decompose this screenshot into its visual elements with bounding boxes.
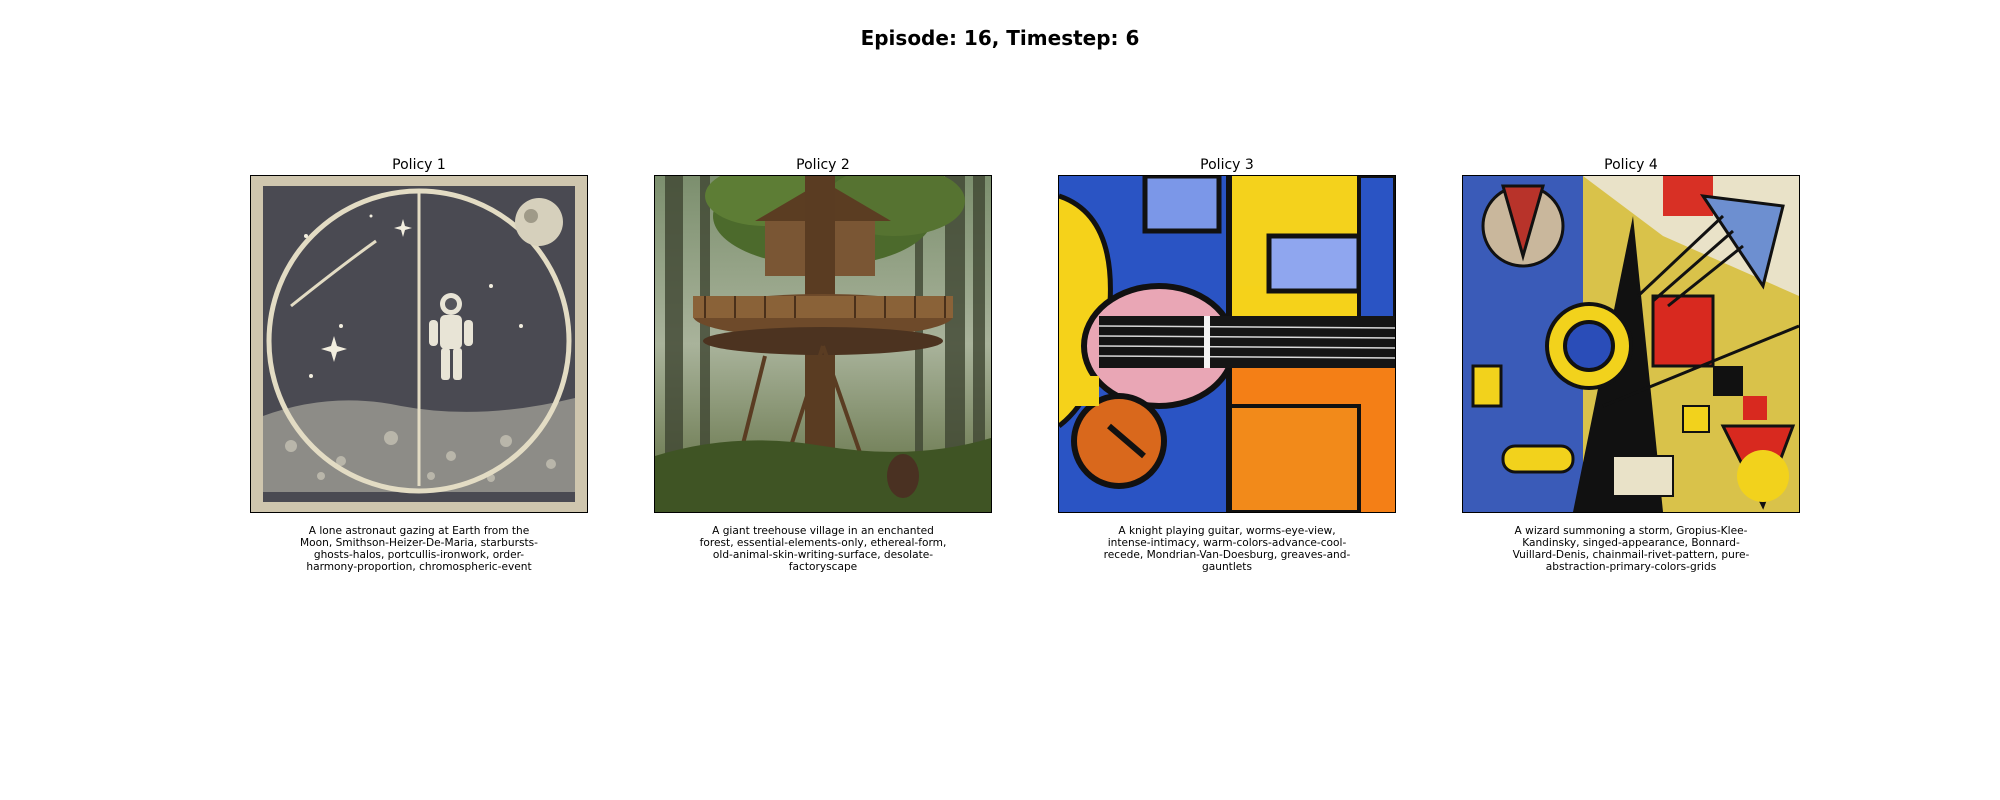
panel-caption: A giant treehouse village in an enchante… (699, 525, 947, 573)
panel-caption: A lone astronaut gazing at Earth from th… (300, 525, 538, 573)
generated-image-treehouse (654, 175, 992, 513)
panel-title: Policy 1 (392, 157, 446, 173)
panel-title: Policy 3 (1200, 157, 1254, 173)
figure-title: Episode: 16, Timestep: 6 (860, 26, 1140, 50)
generated-image-astronaut (250, 175, 588, 513)
policy-panel-2: Policy 2 A giant treehouse village in an… (654, 155, 992, 573)
panel-caption: A knight playing guitar, worms-eye-view,… (1103, 525, 1351, 573)
policy-panel-3: Policy 3 A knight playing guitar, worms-… (1058, 155, 1396, 573)
panel-caption: A wizard summoning a storm, Gropius-Klee… (1512, 525, 1750, 573)
panel-title: Policy 2 (796, 157, 850, 173)
policy-panel-1: Policy 1 A lone astronaut gazing at Eart… (250, 155, 588, 573)
panel-title: Policy 4 (1604, 157, 1658, 173)
generated-image-wizard-storm (1462, 175, 1800, 513)
policy-panel-4: Policy 4 A wizard summoning a storm, Gro… (1462, 155, 1800, 573)
generated-image-knight-guitar (1058, 175, 1396, 513)
